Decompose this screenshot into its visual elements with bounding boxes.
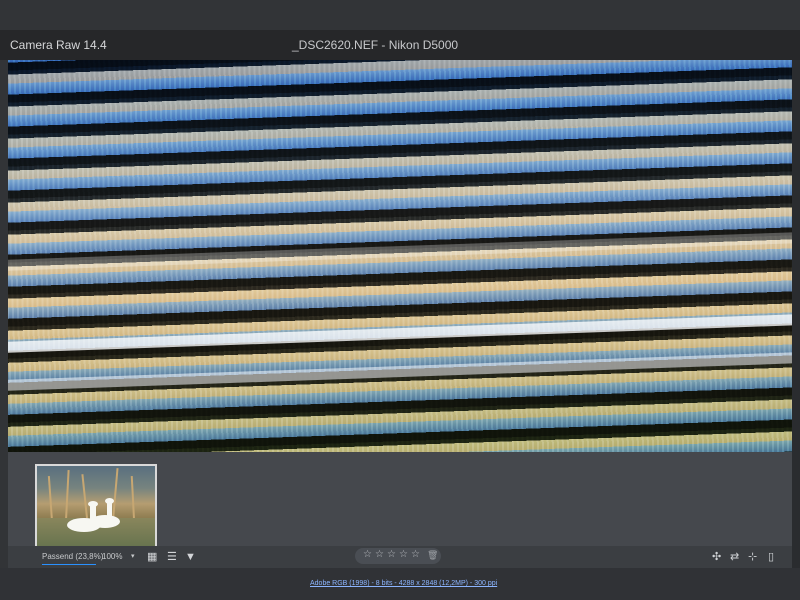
main-image-preview[interactable]: [8, 60, 792, 452]
image-info-link[interactable]: Adobe RGB (1998) - 8 bits - 4288 x 2848 …: [310, 580, 497, 587]
filmstrip: [8, 452, 792, 548]
sort-icon[interactable]: ☰: [167, 546, 177, 568]
star-icon[interactable]: ☆: [387, 544, 396, 566]
thumbnail-reed: [130, 476, 135, 520]
filter-icon[interactable]: ▼: [185, 546, 196, 568]
swan-head: [105, 498, 114, 504]
thumbnail-reed: [65, 470, 70, 521]
zoom-active-indicator: [42, 564, 96, 565]
swan-body: [90, 515, 120, 528]
star-icon[interactable]: ☆: [399, 544, 408, 566]
title-bar: Camera Raw 14.4 _DSC2620.NEF - Nikon D50…: [0, 30, 800, 60]
camera-raw-window: Camera Raw 14.4 _DSC2620.NEF - Nikon D50…: [0, 0, 800, 600]
split-view-icon[interactable]: ⊹: [748, 546, 757, 568]
swan-head: [88, 501, 98, 507]
thumbnail-reed: [81, 474, 88, 519]
star-icon[interactable]: ☆: [411, 544, 420, 566]
panel-toggle-icon[interactable]: ▯: [768, 546, 774, 568]
zoom-value[interactable]: 100%: [102, 546, 122, 568]
star-icon[interactable]: ☆: [375, 544, 384, 566]
app-title: Camera Raw 14.4: [10, 38, 107, 52]
zoom-dropdown-icon[interactable]: ▾: [131, 546, 135, 568]
document-title: _DSC2620.NEF - Nikon D5000: [292, 38, 459, 52]
selected-thumbnail[interactable]: [35, 464, 157, 548]
delete-icon[interactable]: 🗑: [427, 544, 438, 566]
compare-icon[interactable]: ⇄: [730, 546, 739, 568]
filmstrip-icon[interactable]: ▦: [147, 546, 157, 568]
bottom-toolbar: Passend (23,8%) 100% ▾ ▦ ☰ ▼ ☆ ☆ ☆ ☆ ☆ 🗑…: [8, 546, 792, 568]
thumbnail-reed: [112, 468, 119, 521]
status-bar: Adobe RGB (1998) - 8 bits - 4288 x 2848 …: [0, 568, 800, 600]
right-panel-edge: [792, 60, 800, 568]
star-icon[interactable]: ☆: [363, 544, 372, 566]
rating-control[interactable]: ☆ ☆ ☆ ☆ ☆ 🗑: [355, 548, 441, 564]
corrupted-raw-preview-image: [8, 60, 792, 452]
target-adjustment-icon[interactable]: ✣: [712, 546, 721, 568]
thumbnail-reed: [47, 476, 53, 522]
